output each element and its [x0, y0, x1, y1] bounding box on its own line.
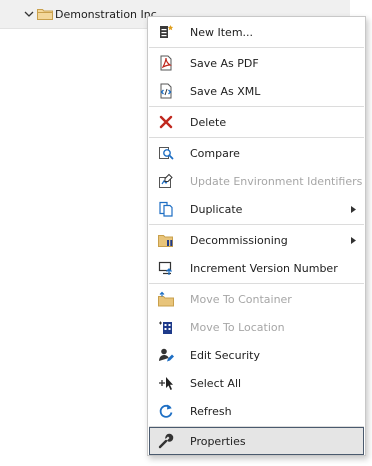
menu-item-save-as-xml[interactable]: Save As XML: [149, 77, 364, 105]
menu-item-decommissioning[interactable]: Decommissioning: [149, 226, 364, 254]
move-container-icon: [158, 291, 174, 307]
menu-item-label: Increment Version Number: [190, 262, 338, 275]
menu-item-label: Update Environment Identifiers: [190, 175, 363, 188]
menu-item-label: Compare: [190, 147, 240, 160]
menu-separator: [149, 106, 364, 107]
menu-item-label: Edit Security: [190, 349, 260, 362]
menu-item-properties[interactable]: Properties: [149, 427, 364, 455]
move-location-icon: [159, 321, 172, 334]
menu-item-update-environment-identifiers: Update Environment Identifiers: [149, 167, 364, 195]
increment-version-icon: [158, 261, 172, 275]
menu-item-compare[interactable]: Compare: [149, 139, 364, 167]
menu-item-label: Properties: [190, 435, 246, 448]
menu-item-label: Delete: [190, 116, 227, 129]
refresh-icon: [159, 404, 173, 418]
menu-item-new-item[interactable]: New Item...: [149, 18, 364, 46]
menu-item-save-as-pdf[interactable]: Save As PDF: [149, 49, 364, 77]
folder-icon: [37, 9, 53, 20]
xml-icon: [160, 83, 172, 99]
menu-item-move-to-location: Move To Location: [149, 313, 364, 341]
menu-item-label: Refresh: [190, 405, 232, 418]
menu-item-label: Select All: [190, 377, 242, 390]
menu-separator: [149, 47, 364, 48]
context-menu: New Item... Save As PDF Save As XML Dele…: [147, 16, 366, 456]
menu-item-label: Decommissioning: [190, 234, 288, 247]
properties-icon: [158, 433, 174, 449]
menu-item-delete[interactable]: Delete: [149, 108, 364, 136]
submenu-arrow-icon: [351, 206, 356, 213]
compare-icon: [159, 147, 174, 160]
menu-item-duplicate[interactable]: Duplicate: [149, 195, 364, 223]
menu-item-move-to-container: Move To Container: [149, 285, 364, 313]
menu-item-label: New Item...: [190, 26, 254, 39]
select-all-icon: [159, 377, 173, 390]
duplicate-icon: [159, 201, 173, 217]
menu-item-increment-version-number[interactable]: Increment Version Number: [149, 254, 364, 282]
menu-separator: [149, 137, 364, 138]
menu-item-label: Duplicate: [190, 203, 243, 216]
decommissioning-icon: [158, 235, 173, 247]
delete-icon: [159, 115, 173, 129]
update-identifiers-icon: [159, 173, 173, 188]
submenu-arrow-icon: [351, 237, 356, 244]
menu-item-select-all[interactable]: Select All: [149, 369, 364, 397]
menu-item-refresh[interactable]: Refresh: [149, 397, 364, 425]
menu-separator: [149, 224, 364, 225]
menu-item-label: Save As PDF: [190, 57, 259, 70]
menu-item-label: Move To Container: [190, 293, 292, 306]
menu-item-label: Move To Location: [190, 321, 285, 334]
pdf-icon: [160, 55, 172, 71]
menu-item-edit-security[interactable]: Edit Security: [149, 341, 364, 369]
chevron-down-icon[interactable]: [24, 9, 34, 19]
menu-item-label: Save As XML: [190, 85, 261, 98]
new-item-icon: [160, 25, 174, 38]
menu-separator: [149, 283, 364, 284]
edit-security-icon: [159, 348, 174, 362]
tree-node-label: Demonstration Inc: [55, 8, 157, 21]
